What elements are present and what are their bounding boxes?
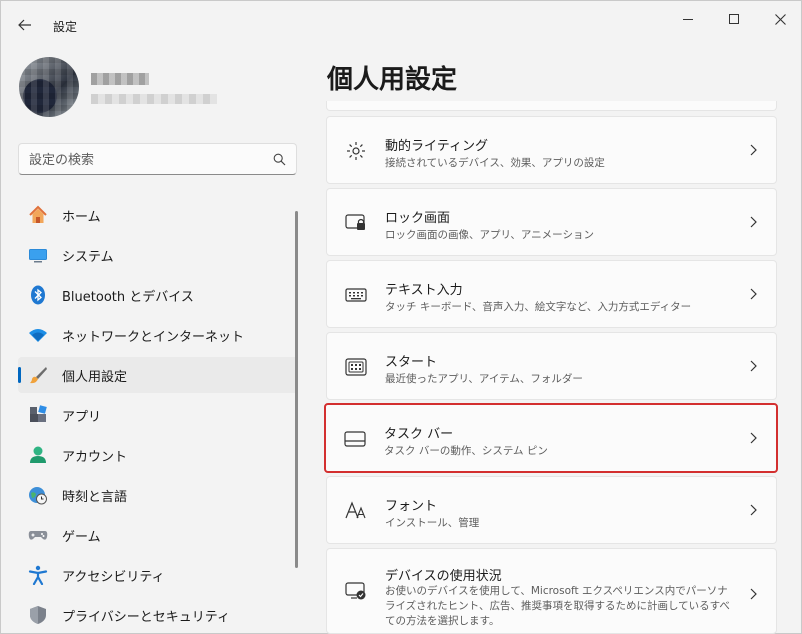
sidebar-item-accessibility[interactable]: アクセシビリティ xyxy=(18,557,298,593)
chevron-right-icon xyxy=(750,144,757,156)
apps-icon xyxy=(28,405,48,425)
maximize-button[interactable] xyxy=(711,5,757,33)
fonts-card[interactable]: フォント インストール、管理 xyxy=(326,476,777,544)
start-icon xyxy=(345,357,367,377)
monitor-icon xyxy=(28,245,48,265)
sidebar-item-time-language[interactable]: 時刻と言語 xyxy=(18,477,298,513)
card-title: デバイスの使用状況 xyxy=(385,569,502,584)
title-bar: 設定 xyxy=(1,1,801,49)
chevron-right-icon xyxy=(750,588,757,600)
card-title: タスク バー xyxy=(384,427,454,442)
wifi-icon xyxy=(28,325,48,345)
gamepad-icon xyxy=(28,525,48,545)
sidebar-item-network[interactable]: ネットワークとインターネット xyxy=(18,317,298,353)
taskbar-icon xyxy=(344,429,366,449)
taskbar-card[interactable]: タスク バー タスク バーの動作、システム ピン xyxy=(324,403,778,473)
card-description: インストール、管理 xyxy=(385,517,480,529)
chevron-right-icon xyxy=(750,288,757,300)
card-description: タッチ キーボード、音声入力、絵文字など、入力方式エディター xyxy=(385,301,692,313)
card-title: 動的ライティング xyxy=(385,139,488,154)
minimize-button[interactable] xyxy=(665,5,711,33)
text-input-card[interactable]: テキスト入力 タッチ キーボード、音声入力、絵文字など、入力方式エディター xyxy=(326,260,777,328)
sidebar-item-accounts[interactable]: アカウント xyxy=(18,437,298,473)
user-name-redacted xyxy=(91,73,149,85)
chevron-right-icon xyxy=(750,432,757,444)
sidebar-item-label: アプリ xyxy=(62,409,102,425)
device-usage-icon xyxy=(345,581,367,601)
brush-icon xyxy=(28,365,48,385)
close-button[interactable] xyxy=(757,5,802,33)
sidebar-item-privacy[interactable]: プライバシーとセキュリティ xyxy=(18,597,298,633)
card-title: フォント xyxy=(385,499,438,514)
sidebar-item-label: ネットワークとインターネット xyxy=(62,329,245,345)
back-arrow-icon[interactable] xyxy=(13,13,37,37)
close-icon xyxy=(774,13,786,25)
chevron-right-icon xyxy=(750,216,757,228)
card-description: 接続されているデバイス、効果、アプリの設定 xyxy=(385,157,605,169)
card-title: スタート xyxy=(385,355,438,370)
settings-search[interactable] xyxy=(18,143,297,175)
page-title: 個人用設定 xyxy=(327,65,458,95)
sidebar-item-system[interactable]: システム xyxy=(18,237,298,273)
start-card[interactable]: スタート 最近使ったアプリ、アイテム、フォルダー xyxy=(326,332,777,400)
sidebar-item-apps[interactable]: アプリ xyxy=(18,397,298,433)
sidebar-item-label: ゲーム xyxy=(62,529,101,545)
previous-card-edge xyxy=(326,101,777,111)
dynamic-lighting-card[interactable]: 動的ライティング 接続されているデバイス、効果、アプリの設定 xyxy=(326,116,777,184)
search-input[interactable] xyxy=(29,150,259,170)
sidebar-item-home[interactable]: ホーム xyxy=(18,197,298,233)
bluetooth-icon xyxy=(28,285,48,305)
keyboard-icon xyxy=(345,285,367,305)
globe-clock-icon xyxy=(28,485,48,505)
dynamic-lighting-icon xyxy=(345,141,367,161)
card-description: タスク バーの動作、システム ピン xyxy=(384,445,548,457)
card-title: ロック画面 xyxy=(385,211,451,226)
card-description: 最近使ったアプリ、アイテム、フォルダー xyxy=(385,373,583,385)
sidebar-item-label: Bluetooth とデバイス xyxy=(62,289,194,305)
device-usage-card[interactable]: デバイスの使用状況 お使いのデバイスを使用して、Microsoft エクスペリエ… xyxy=(326,548,777,634)
maximize-icon xyxy=(729,14,739,24)
card-title: テキスト入力 xyxy=(385,283,463,298)
sidebar-item-label: 時刻と言語 xyxy=(62,489,128,505)
window-title: 設定 xyxy=(53,20,78,34)
search-icon[interactable] xyxy=(273,153,286,166)
sidebar-item-label: 個人用設定 xyxy=(62,369,128,385)
card-description: お使いのデバイスを使用して、Microsoft エクスペリエンス内でパーソナライ… xyxy=(385,585,730,627)
shield-icon xyxy=(28,605,48,625)
sidebar-item-label: アカウント xyxy=(62,449,128,465)
sidebar-scrollbar[interactable] xyxy=(295,211,298,568)
lock-screen-icon xyxy=(345,213,367,233)
sidebar-item-label: プライバシーとセキュリティ xyxy=(62,609,230,625)
chevron-right-icon xyxy=(750,504,757,516)
sidebar-item-gaming[interactable]: ゲーム xyxy=(18,517,298,553)
settings-window: 設定 ホーム システム xyxy=(0,0,802,634)
accessibility-icon xyxy=(28,565,48,585)
sidebar-item-bluetooth[interactable]: Bluetooth とデバイス xyxy=(18,277,298,313)
sidebar-nav: ホーム システム Bluetooth とデバイス ネットワークとインターネット … xyxy=(18,197,298,634)
sidebar-item-label: システム xyxy=(62,249,114,265)
lock-screen-card[interactable]: ロック画面 ロック画面の画像、アプリ、アニメーション xyxy=(326,188,777,256)
sidebar-item-label: アクセシビリティ xyxy=(62,569,165,585)
home-icon xyxy=(28,205,48,225)
minimize-icon xyxy=(683,18,693,20)
chevron-right-icon xyxy=(750,360,757,372)
avatar[interactable] xyxy=(19,57,79,117)
fonts-icon xyxy=(345,501,367,521)
sidebar-item-personalization[interactable]: 個人用設定 xyxy=(18,357,298,393)
person-icon xyxy=(28,445,48,465)
user-email-redacted xyxy=(91,94,217,104)
sidebar-item-label: ホーム xyxy=(62,209,101,225)
card-description: ロック画面の画像、アプリ、アニメーション xyxy=(385,229,594,241)
